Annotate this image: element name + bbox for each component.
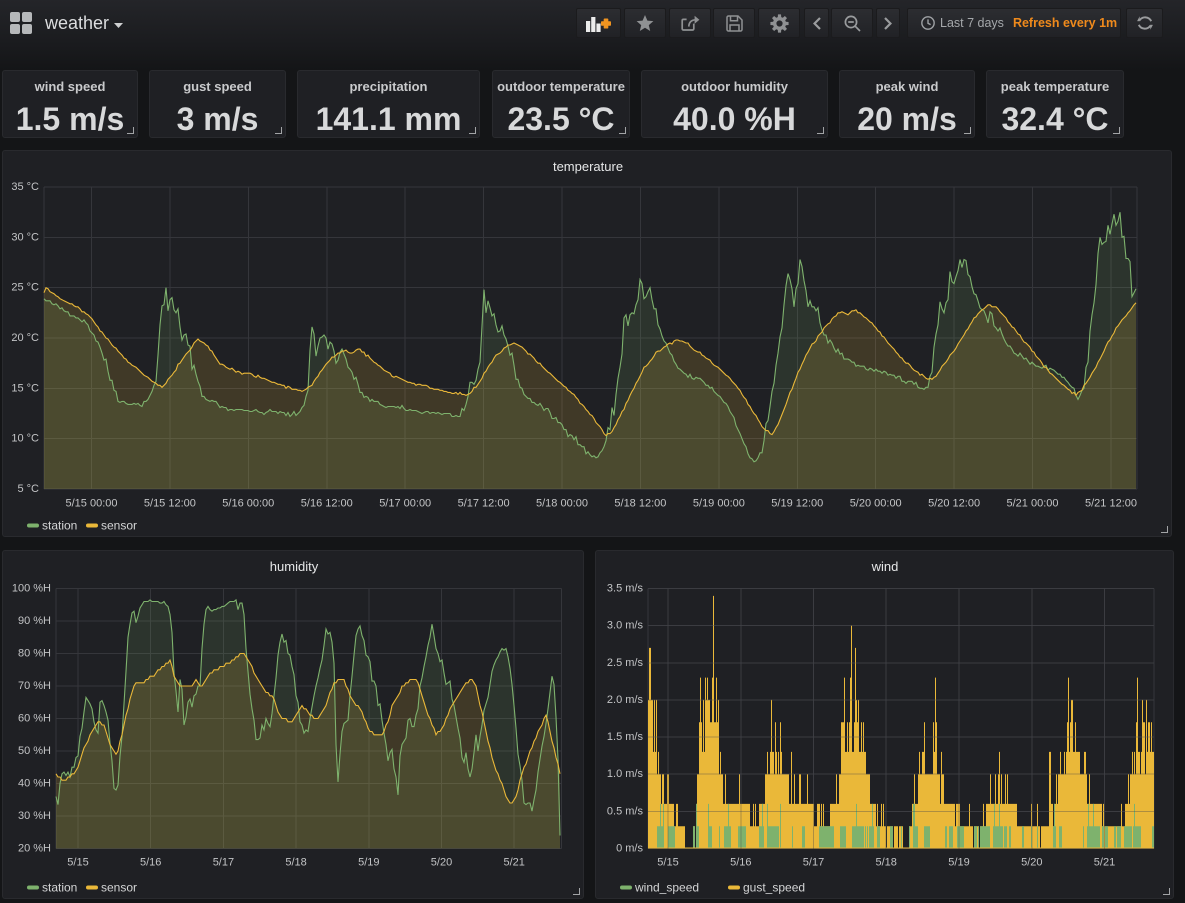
svg-text:5/16: 5/16 [730,857,751,869]
svg-text:3.0 m/s: 3.0 m/s [607,620,644,632]
svg-text:5/16 12:00: 5/16 12:00 [301,498,353,510]
svg-text:5/19: 5/19 [358,857,379,869]
svg-text:20 °C: 20 °C [11,332,39,344]
svg-text:5/20: 5/20 [431,857,452,869]
svg-text:5/17 00:00: 5/17 00:00 [379,498,431,510]
svg-text:5/15 00:00: 5/15 00:00 [66,498,118,510]
svg-text:5/21 00:00: 5/21 00:00 [1007,498,1059,510]
svg-text:2.5 m/s: 2.5 m/s [607,657,644,669]
svg-text:3.5 m/s: 3.5 m/s [607,583,644,595]
svg-text:25 °C: 25 °C [11,282,39,294]
svg-text:5/17 12:00: 5/17 12:00 [458,498,510,510]
svg-text:2.0 m/s: 2.0 m/s [607,694,644,706]
svg-text:5/20 12:00: 5/20 12:00 [928,498,980,510]
svg-text:1.0 m/s: 1.0 m/s [607,768,644,780]
svg-text:30 %H: 30 %H [18,810,51,822]
svg-text:5/21: 5/21 [1094,857,1115,869]
svg-text:station: station [42,519,77,533]
svg-text:5/20: 5/20 [1021,857,1042,869]
svg-text:5/15: 5/15 [657,857,678,869]
svg-text:5/19 00:00: 5/19 00:00 [693,498,745,510]
svg-text:0.5 m/s: 0.5 m/s [607,805,644,817]
svg-text:1.5 m/s: 1.5 m/s [607,731,644,743]
svg-text:5/18: 5/18 [285,857,306,869]
svg-text:5 °C: 5 °C [17,483,39,495]
svg-text:sensor: sensor [101,519,137,533]
svg-text:5/19: 5/19 [948,857,969,869]
svg-text:5/18 00:00: 5/18 00:00 [536,498,588,510]
svg-text:5/18: 5/18 [875,857,896,869]
svg-text:5/18 12:00: 5/18 12:00 [614,498,666,510]
svg-text:5/16: 5/16 [140,857,161,869]
svg-text:5/16 00:00: 5/16 00:00 [222,498,274,510]
svg-text:5/15 12:00: 5/15 12:00 [144,498,196,510]
svg-text:wind: wind [871,559,899,574]
svg-text:10 °C: 10 °C [11,433,39,445]
svg-text:0 m/s: 0 m/s [616,843,643,855]
svg-text:30 °C: 30 °C [11,231,39,243]
svg-text:humidity: humidity [270,559,319,574]
svg-text:35 °C: 35 °C [11,181,39,193]
svg-text:60 %H: 60 %H [18,713,51,725]
svg-text:wind_speed: wind_speed [634,881,699,895]
svg-text:5/20 00:00: 5/20 00:00 [850,498,902,510]
svg-text:70 %H: 70 %H [18,680,51,692]
svg-text:20 %H: 20 %H [18,843,51,855]
svg-text:temperature: temperature [553,159,623,174]
svg-text:gust_speed: gust_speed [743,881,805,895]
svg-text:15 °C: 15 °C [11,382,39,394]
svg-text:5/21: 5/21 [503,857,524,869]
svg-text:90 %H: 90 %H [18,615,51,627]
svg-text:5/21 12:00: 5/21 12:00 [1085,498,1137,510]
svg-text:5/15: 5/15 [67,857,88,869]
svg-text:50 %H: 50 %H [18,745,51,757]
svg-text:5/19 12:00: 5/19 12:00 [771,498,823,510]
svg-text:100 %H: 100 %H [12,583,51,595]
svg-text:80 %H: 80 %H [18,648,51,660]
svg-text:5/17: 5/17 [803,857,824,869]
svg-text:station: station [42,881,77,895]
svg-text:sensor: sensor [101,881,137,895]
svg-text:40 %H: 40 %H [18,778,51,790]
svg-text:5/17: 5/17 [213,857,234,869]
